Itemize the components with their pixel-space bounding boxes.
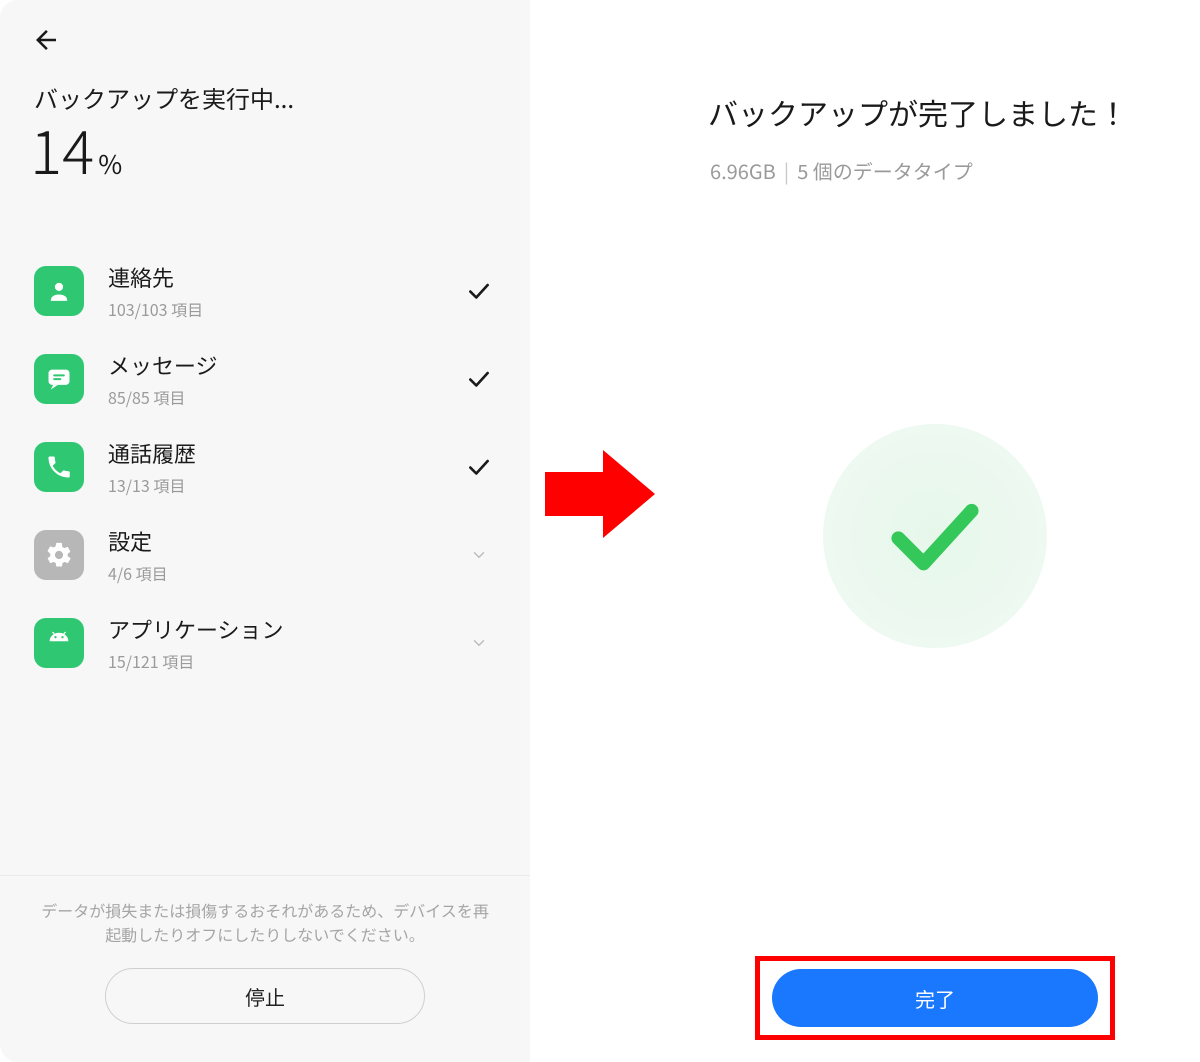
phone-icon (34, 442, 84, 492)
success-check-circle (823, 424, 1047, 648)
item-title: 設定 (108, 525, 440, 557)
item-subtitle: 15/121 項目 (108, 649, 440, 673)
backup-size: 6.96GB (710, 156, 776, 185)
backup-item-list: 連絡先 103/103 項目メッセージ 85/85 項目通話履歴 13/13 項目設定… (0, 247, 530, 687)
list-item[interactable]: アプリケーション 15/121 項目 (0, 599, 530, 687)
item-subtitle: 13/13 項目 (108, 473, 440, 497)
done-button[interactable]: 完了 (772, 969, 1098, 1027)
chevron-down-icon (464, 634, 494, 652)
message-icon (34, 354, 84, 404)
item-subtitle: 4/6 項目 (108, 561, 440, 585)
item-title: 連絡先 (108, 261, 440, 293)
backup-complete-screen: バックアップが完了しました！ 6.96GB | 5 個のデータタイプ 完了 (670, 0, 1200, 1062)
item-title: メッセージ (108, 349, 440, 381)
android-icon (34, 618, 84, 668)
arrow-left-icon (31, 25, 61, 55)
arrow-right-icon (545, 450, 655, 538)
back-button[interactable] (24, 18, 68, 62)
check-icon (880, 481, 990, 591)
list-item: 通話履歴 13/13 項目 (0, 423, 530, 511)
check-icon (464, 278, 494, 304)
check-icon (464, 454, 494, 480)
item-title: 通話履歴 (108, 437, 440, 469)
list-item: メッセージ 85/85 項目 (0, 335, 530, 423)
list-item[interactable]: 設定 4/6 項目 (0, 511, 530, 599)
item-title: アプリケーション (108, 613, 440, 645)
separator: | (784, 156, 789, 185)
item-subtitle: 85/85 項目 (108, 385, 440, 409)
progress-percent-number: 14 (30, 105, 94, 192)
stop-button[interactable]: 停止 (105, 968, 425, 1024)
complete-subtitle: 6.96GB | 5 個のデータタイプ (710, 156, 1200, 185)
backup-types: 5 個のデータタイプ (797, 156, 973, 185)
transition-arrow (545, 450, 655, 538)
backup-progress-screen: バックアップを実行中... 14% 連絡先 103/103 項目メッセージ 85/8… (0, 0, 530, 1062)
complete-title: バックアップが完了しました！ (708, 90, 1200, 134)
progress-footer: データが損失または損傷するおそれがあるため、デバイスを再起動したりオフにしたりし… (0, 875, 530, 1062)
warning-text: データが損失または損傷するおそれがあるため、デバイスを再起動したりオフにしたりし… (30, 898, 500, 946)
gear-icon (34, 530, 84, 580)
progress-percent-unit: % (98, 145, 122, 182)
done-button-highlight: 完了 (755, 956, 1115, 1040)
complete-footer: 完了 (670, 956, 1200, 1040)
progress-title: バックアップを実行中... (34, 80, 530, 115)
item-subtitle: 103/103 項目 (108, 297, 440, 321)
list-item: 連絡先 103/103 項目 (0, 247, 530, 335)
chevron-down-icon (464, 546, 494, 564)
progress-percent: 14% (30, 119, 530, 179)
check-icon (464, 366, 494, 392)
contact-icon (34, 266, 84, 316)
